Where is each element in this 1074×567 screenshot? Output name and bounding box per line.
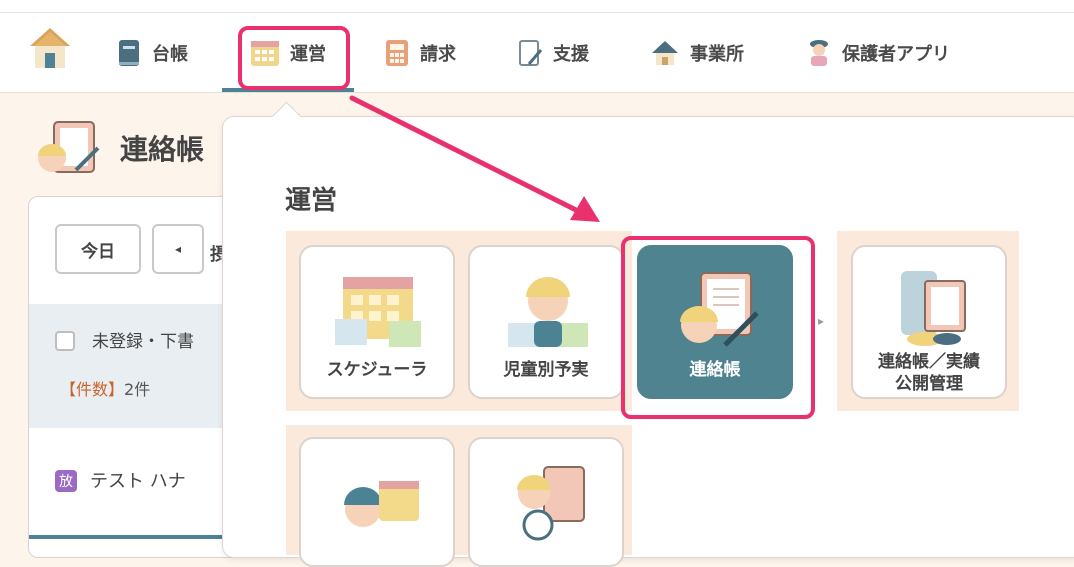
annotation-arrow: [349, 95, 600, 222]
